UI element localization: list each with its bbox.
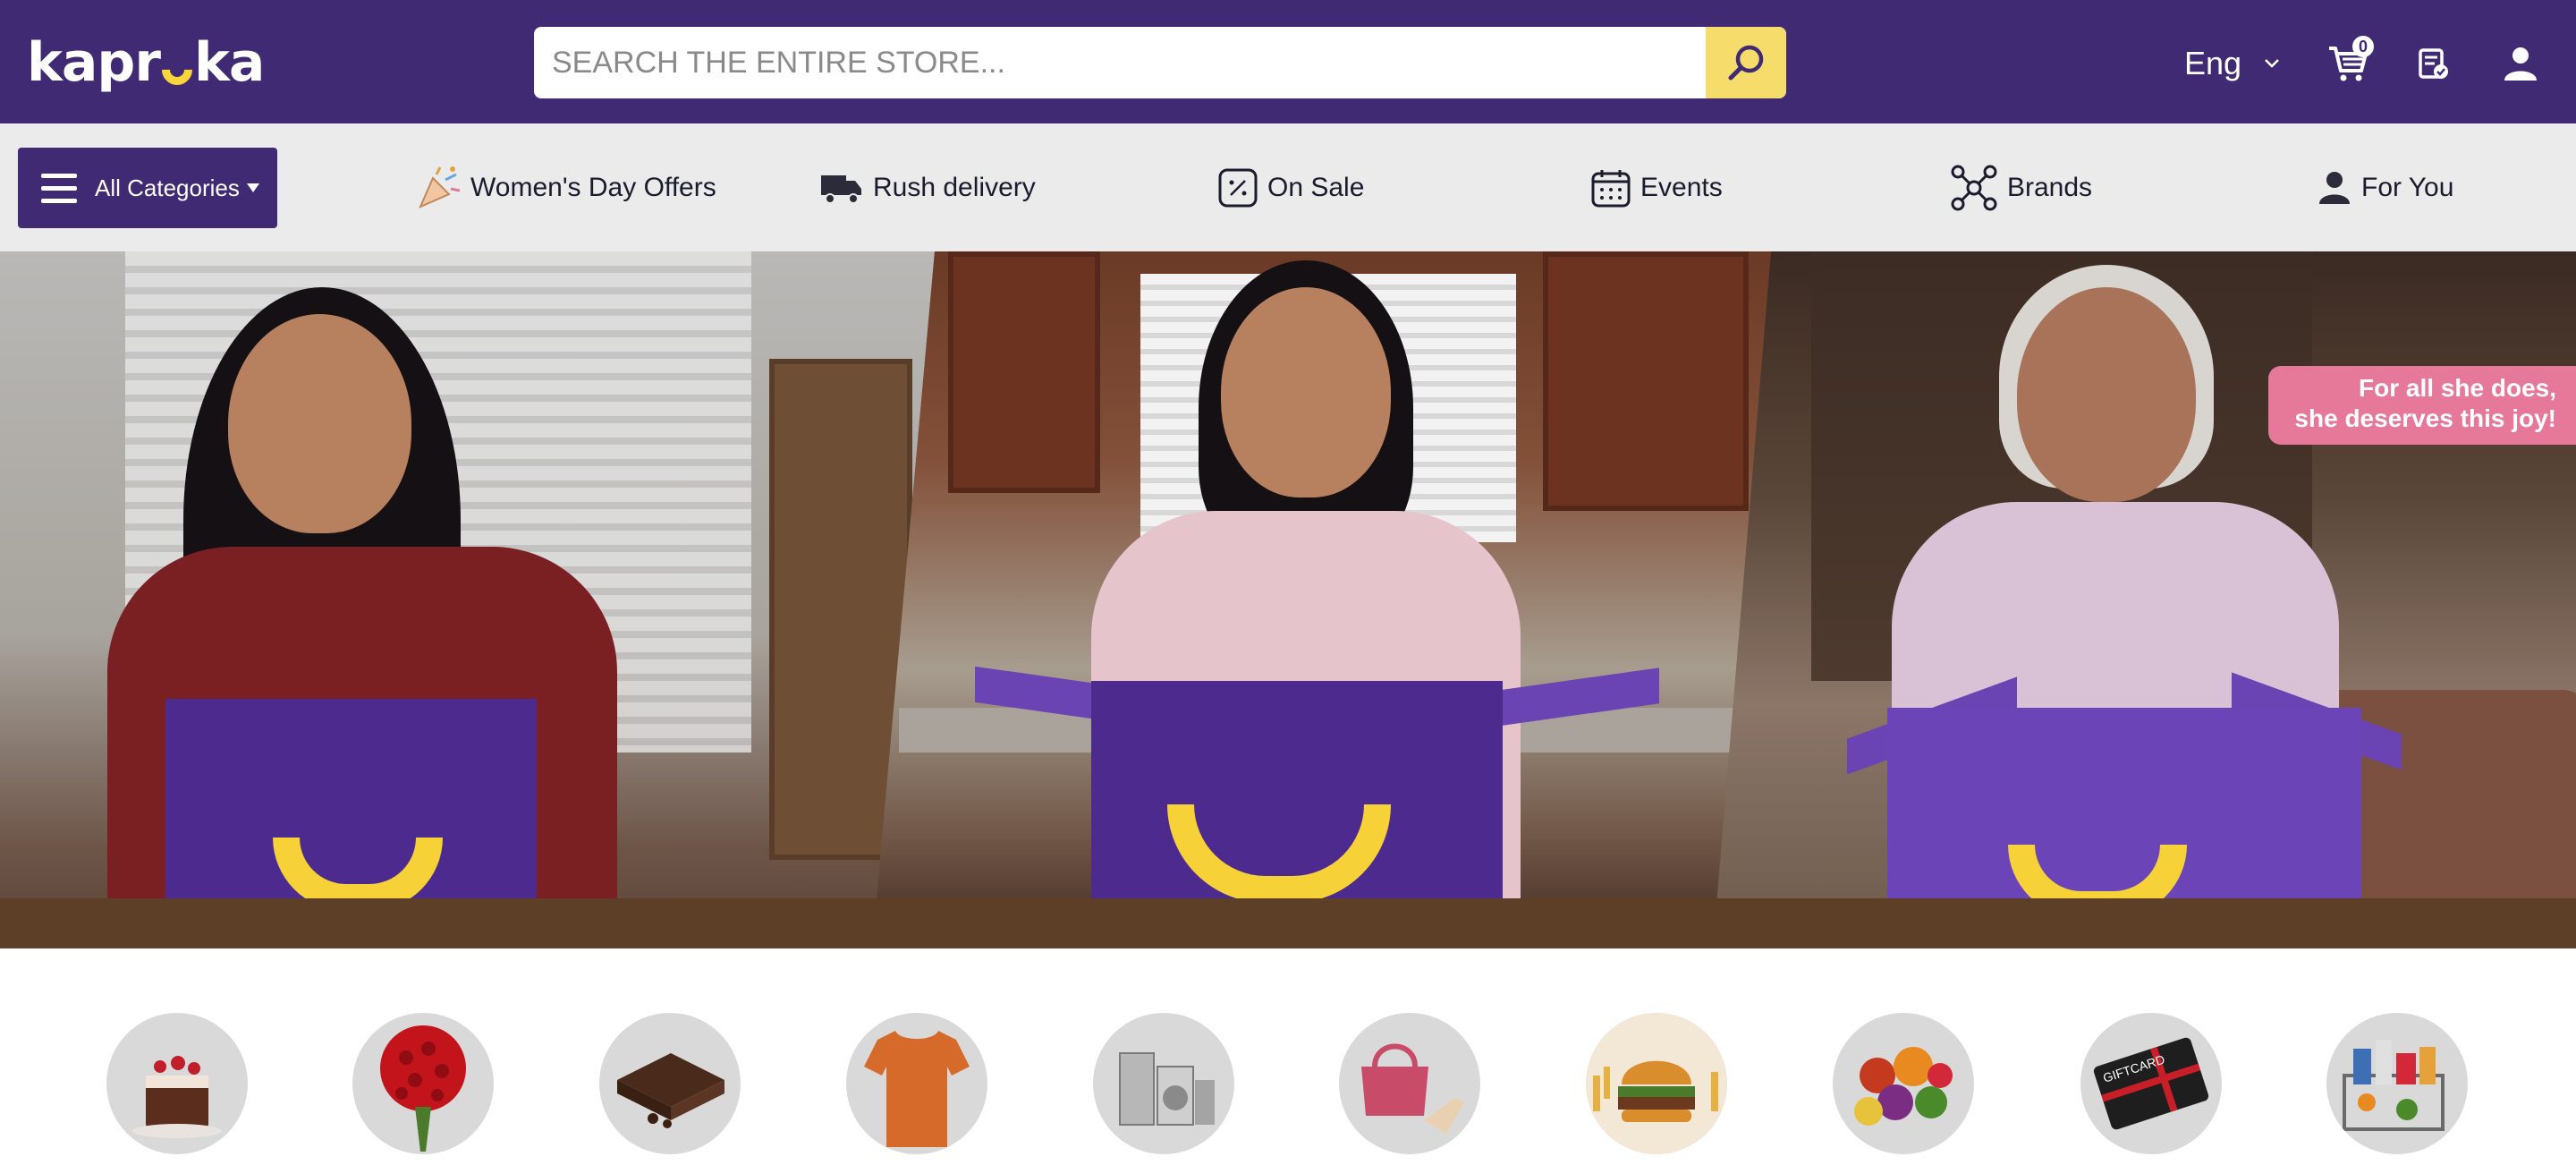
category-groceries[interactable]: [2326, 1013, 2468, 1154]
banner-panel-2: [872, 251, 1771, 948]
nav-on-sale[interactable]: On Sale: [1217, 165, 1364, 211]
chocolate-icon: [617, 1053, 724, 1128]
banner-panel-1: [0, 251, 935, 948]
category-navbar: All Categories Women's Day Offers Rush d…: [0, 123, 2576, 251]
calendar-icon: [1591, 170, 1631, 208]
roses-icon: [380, 1025, 466, 1152]
table: [0, 898, 2576, 948]
nav-events[interactable]: Events: [1590, 165, 1723, 211]
truck-icon: [821, 175, 861, 204]
handbag-icon: [1361, 1043, 1464, 1134]
menu-icon: [41, 173, 77, 203]
category-carousel: GIFTCARD: [0, 948, 2576, 1165]
caret-down-icon: [247, 183, 259, 192]
language-label: Eng: [2184, 45, 2242, 81]
language-selector[interactable]: Eng: [2184, 45, 2281, 82]
cart-count-badge: 0: [2352, 36, 2374, 57]
category-flowers[interactable]: [352, 1013, 494, 1154]
party-popper-icon: [419, 166, 461, 208]
cake-icon: [132, 1056, 222, 1138]
search-icon: [1728, 45, 1764, 81]
nav-label: Brands: [2007, 173, 2093, 202]
category-electronics[interactable]: [1093, 1013, 1234, 1154]
appliances-icon: [1119, 1052, 1215, 1126]
account-button[interactable]: [2498, 41, 2543, 86]
nav-label: Women's Day Offers: [470, 173, 716, 202]
kitchen-cabinet-left: [948, 251, 1100, 493]
orders-icon: [2419, 48, 2448, 79]
category-clothing[interactable]: [846, 1013, 987, 1154]
burger-icon: [1586, 1013, 1727, 1154]
percent-tag-icon: [1218, 168, 1258, 208]
nav-womens-day-offers[interactable]: Women's Day Offers: [417, 165, 716, 211]
groceries-icon: [2343, 1040, 2445, 1131]
cart-button[interactable]: 0: [2326, 36, 2374, 86]
all-categories-button[interactable]: All Categories: [18, 148, 277, 228]
site-header: kaprka Eng 0: [0, 0, 2576, 123]
kitchen-cabinet-right: [1543, 251, 1749, 511]
promo-line-2: she deserves this joy!: [2294, 404, 2556, 432]
nav-brands[interactable]: Brands: [1950, 165, 2092, 211]
search-button[interactable]: [1706, 27, 1786, 98]
search-input[interactable]: [534, 27, 1706, 98]
category-cakes[interactable]: [106, 1013, 248, 1154]
kapruka-logo[interactable]: kapr ka: [27, 34, 265, 92]
nav-label: For You: [2361, 173, 2454, 202]
hero-banner[interactable]: For all she does, she deserves this joy!: [0, 251, 2576, 948]
category-fruits[interactable]: [1833, 1013, 1974, 1154]
nav-rush-delivery[interactable]: Rush delivery: [819, 165, 1036, 211]
smile-logo-icon: [155, 47, 199, 92]
all-categories-label: All Categories: [95, 174, 240, 201]
banner-panel-3: [1713, 251, 2576, 948]
category-fashion[interactable]: [1339, 1013, 1480, 1154]
person-icon: [2319, 172, 2350, 204]
gift-card-icon: GIFTCARD: [2093, 1037, 2209, 1130]
search-bar: [534, 27, 1786, 98]
orders-button[interactable]: [2411, 41, 2455, 86]
network-icon: [1951, 165, 1997, 211]
nav-for-you[interactable]: For You: [2317, 165, 2453, 211]
nav-label: Rush delivery: [873, 173, 1036, 202]
category-gift-cards[interactable]: GIFTCARD: [2080, 1013, 2222, 1154]
promo-banner-text: For all she does, she deserves this joy!: [2268, 366, 2576, 445]
promo-line-1: For all she does,: [2359, 374, 2556, 402]
chevron-down-icon: [2265, 59, 2279, 68]
nav-label: Events: [1640, 173, 1723, 202]
category-chocolates[interactable]: [599, 1013, 741, 1154]
user-icon: [2504, 47, 2537, 81]
category-food[interactable]: [1586, 1013, 1727, 1154]
fruits-icon: [1854, 1047, 1953, 1126]
nav-label: On Sale: [1267, 173, 1365, 202]
t-shirt-icon: [864, 1031, 970, 1147]
